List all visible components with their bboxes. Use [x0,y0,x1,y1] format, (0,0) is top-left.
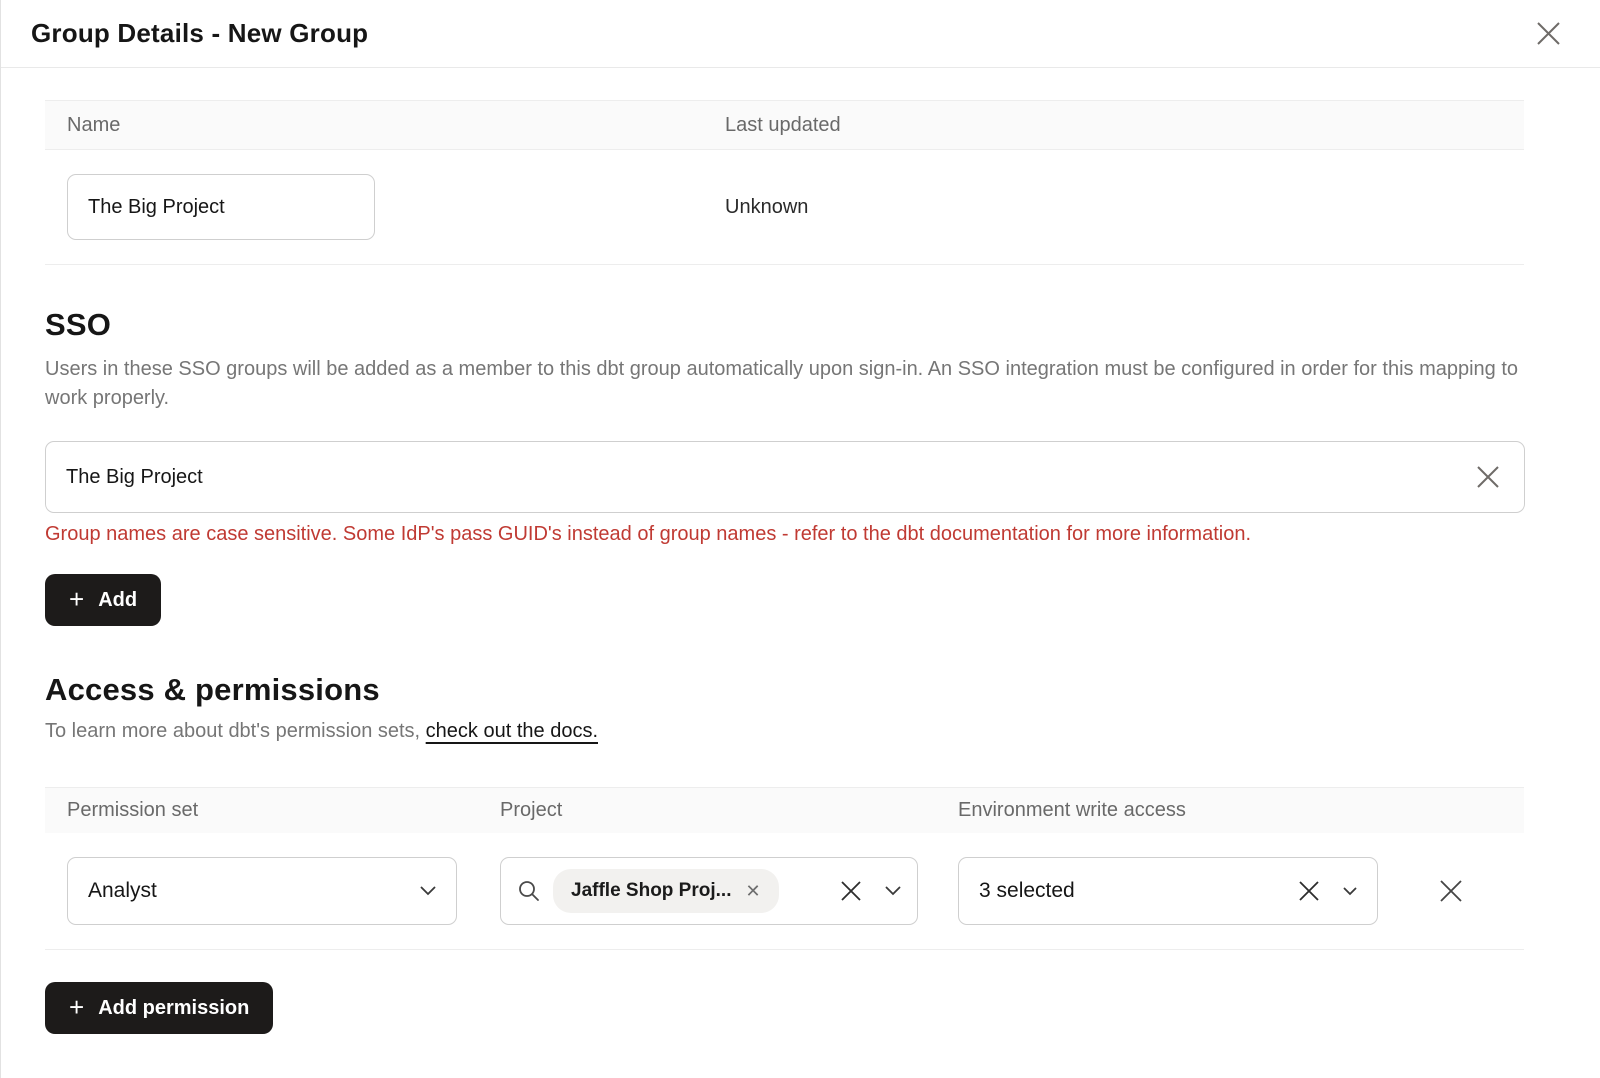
add-sso-group-button[interactable]: + Add [45,574,161,626]
column-header-permission-set: Permission set [67,799,500,822]
sso-section: SSO Users in these SSO groups will be ad… [45,307,1524,626]
add-button-label: Add [98,589,137,612]
docs-link[interactable]: check out the docs. [426,720,598,742]
chevron-down-icon [885,886,901,896]
permission-set-select[interactable]: Analyst [67,857,457,925]
column-header-last-updated: Last updated [725,114,1524,137]
close-icon [1535,20,1562,47]
group-details-modal: Group Details - New Group Name Last upda… [0,0,1600,1078]
clear-x-icon [1297,879,1321,903]
sso-group-input[interactable] [45,441,1525,513]
column-header-environment-write-access: Environment write access [958,799,1524,822]
delete-x-icon [1438,878,1464,904]
plus-icon: + [69,994,84,1020]
column-header-name: Name [67,114,725,137]
environment-selected-value: 3 selected [979,879,1293,903]
chevron-down-icon [420,886,436,896]
project-tag-label: Jaffle Shop Proj... [571,880,731,902]
last-updated-value: Unknown [725,196,1524,219]
page-title: Group Details - New Group [31,18,368,49]
project-clear-button[interactable] [835,875,867,907]
group-name-table-header: Name Last updated [45,100,1524,150]
close-button[interactable] [1531,16,1566,51]
add-permission-button-label: Add permission [98,997,249,1020]
sso-group-field [45,441,1525,513]
project-multiselect[interactable]: Jaffle Shop Proj... ✕ [500,857,918,925]
permission-row: Analyst Jaffle [45,833,1524,950]
group-name-input[interactable] [67,174,375,240]
group-name-table: Name Last updated Unknown [45,100,1524,265]
permissions-description-text: To learn more about dbt's permission set… [45,720,426,742]
column-header-project: Project [500,799,958,822]
environment-clear-button[interactable] [1293,875,1325,907]
sso-heading: SSO [45,307,1524,343]
sso-group-clear-button[interactable] [1471,460,1505,494]
delete-permission-row-button[interactable] [1434,874,1468,908]
project-tag: Jaffle Shop Proj... ✕ [553,869,779,913]
chevron-down-icon [1343,887,1357,896]
sso-warning-text: Group names are case sensitive. Some IdP… [45,523,1524,546]
add-permission-button[interactable]: + Add permission [45,982,273,1034]
modal-header: Group Details - New Group [1,0,1600,68]
sso-description: Users in these SSO groups will be added … [45,355,1524,413]
plus-icon: + [69,586,84,612]
group-name-table-row: Unknown [45,150,1524,265]
permissions-description: To learn more about dbt's permission set… [45,720,1524,743]
search-icon [517,879,541,903]
permission-set-value: Analyst [88,879,420,903]
clear-x-icon [839,879,863,903]
project-tag-remove-icon[interactable]: ✕ [745,882,760,900]
permissions-table-header: Permission set Project Environment write… [45,787,1524,833]
permissions-heading: Access & permissions [45,672,1524,708]
permissions-table: Permission set Project Environment write… [45,787,1524,950]
environment-write-access-select[interactable]: 3 selected [958,857,1378,925]
clear-x-icon [1475,464,1501,490]
permissions-section: Access & permissions To learn more about… [45,672,1524,1034]
